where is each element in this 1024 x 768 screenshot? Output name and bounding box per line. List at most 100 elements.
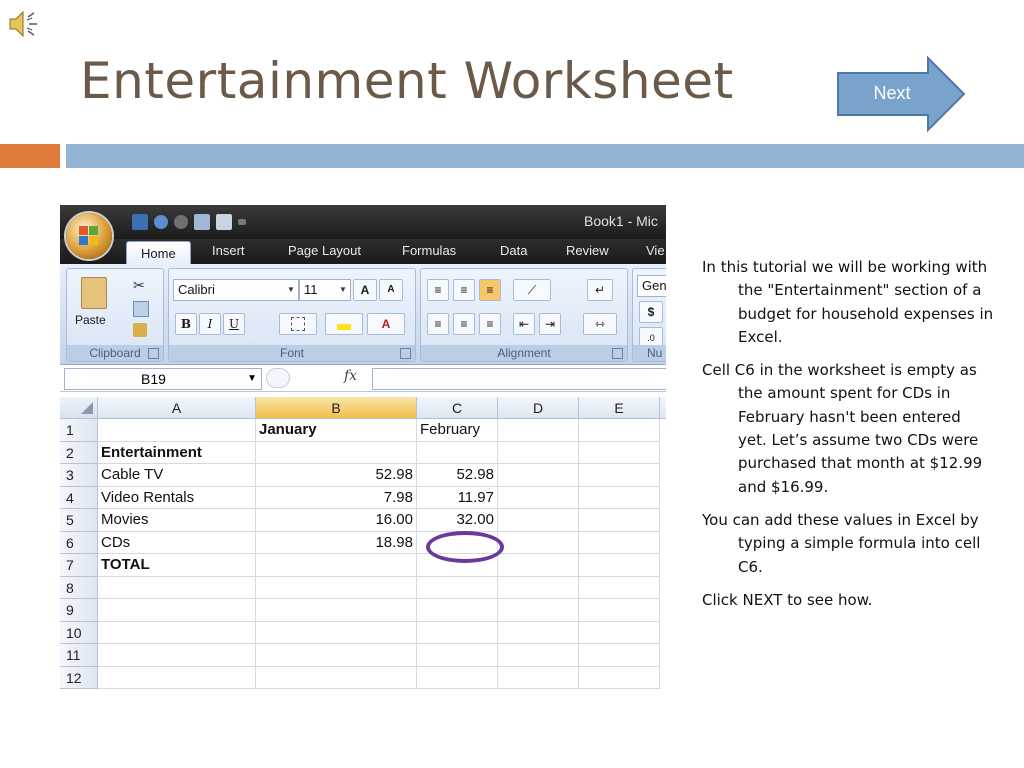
orientation-icon[interactable]: ⟋ bbox=[513, 279, 551, 301]
cell-a2[interactable]: Entertainment bbox=[98, 441, 256, 464]
cell-a7[interactable]: TOTAL bbox=[98, 554, 256, 577]
cell-e7[interactable] bbox=[579, 554, 660, 577]
copy-icon[interactable] bbox=[133, 301, 149, 317]
row-header[interactable]: 4 bbox=[60, 486, 98, 509]
increase-indent-icon[interactable]: ⇥ bbox=[539, 313, 561, 335]
cell-a11[interactable] bbox=[98, 644, 256, 667]
font-launcher-icon[interactable] bbox=[400, 348, 411, 359]
borders-button[interactable] bbox=[279, 313, 317, 335]
print-preview-icon[interactable] bbox=[194, 214, 210, 230]
cell-c8[interactable] bbox=[417, 576, 498, 599]
merge-center-icon[interactable]: ⇿ bbox=[583, 313, 617, 335]
wrap-text-icon[interactable]: ↵ bbox=[587, 279, 613, 301]
fill-color-button[interactable] bbox=[325, 313, 363, 335]
cell-e10[interactable] bbox=[579, 621, 660, 644]
cell-b2[interactable] bbox=[256, 441, 417, 464]
column-header-c[interactable]: C bbox=[417, 397, 498, 419]
cell-e4[interactable] bbox=[579, 486, 660, 509]
quick-print-icon[interactable] bbox=[216, 214, 232, 230]
font-size-select[interactable]: 11 ▼ bbox=[299, 279, 351, 301]
cell-e1[interactable] bbox=[579, 419, 660, 442]
bold-button[interactable]: B bbox=[175, 313, 197, 335]
cell-a8[interactable] bbox=[98, 576, 256, 599]
cell-c5[interactable]: 32.00 bbox=[417, 509, 498, 532]
cell-d11[interactable] bbox=[498, 644, 579, 667]
currency-button[interactable]: $ bbox=[639, 301, 663, 323]
cell-d1[interactable] bbox=[498, 419, 579, 442]
tab-review[interactable]: Review bbox=[566, 243, 609, 258]
tab-home[interactable]: Home bbox=[126, 241, 191, 265]
cell-b7[interactable] bbox=[256, 554, 417, 577]
cell-e5[interactable] bbox=[579, 509, 660, 532]
cell-b1[interactable]: January bbox=[256, 419, 417, 442]
cell-a4[interactable]: Video Rentals bbox=[98, 486, 256, 509]
row-header[interactable]: 3 bbox=[60, 464, 98, 487]
row-header[interactable]: 6 bbox=[60, 531, 98, 554]
row-header[interactable]: 12 bbox=[60, 666, 98, 689]
cell-d5[interactable] bbox=[498, 509, 579, 532]
cell-b3[interactable]: 52.98 bbox=[256, 464, 417, 487]
clipboard-launcher-icon[interactable] bbox=[148, 348, 159, 359]
cell-e2[interactable] bbox=[579, 441, 660, 464]
row-header[interactable]: 2 bbox=[60, 441, 98, 464]
speaker-icon[interactable] bbox=[6, 6, 42, 42]
align-left-icon[interactable]: ≡ bbox=[427, 313, 449, 335]
tab-formulas[interactable]: Formulas bbox=[402, 243, 456, 258]
cell-c4[interactable]: 11.97 bbox=[417, 486, 498, 509]
select-all-button[interactable] bbox=[60, 397, 98, 419]
align-center-icon[interactable]: ≡ bbox=[453, 313, 475, 335]
shrink-font-button[interactable]: A bbox=[379, 279, 403, 301]
cell-d7[interactable] bbox=[498, 554, 579, 577]
name-box[interactable]: B19 ▼ bbox=[64, 368, 262, 390]
column-header-a[interactable]: A bbox=[98, 397, 256, 419]
cell-d3[interactable] bbox=[498, 464, 579, 487]
cell-b10[interactable] bbox=[256, 621, 417, 644]
cell-c3[interactable]: 52.98 bbox=[417, 464, 498, 487]
cell-b9[interactable] bbox=[256, 599, 417, 622]
save-icon[interactable] bbox=[132, 214, 148, 230]
office-button[interactable] bbox=[66, 213, 112, 259]
customize-toolbar-icon[interactable] bbox=[238, 219, 246, 225]
column-header-b[interactable]: B bbox=[256, 397, 417, 419]
underline-button[interactable]: U bbox=[223, 313, 245, 335]
next-button[interactable]: Next bbox=[836, 56, 966, 132]
insert-function-button[interactable]: fx bbox=[344, 368, 357, 384]
cell-d9[interactable] bbox=[498, 599, 579, 622]
cell-c9[interactable] bbox=[417, 599, 498, 622]
row-header[interactable]: 10 bbox=[60, 621, 98, 644]
cell-c1[interactable]: February bbox=[417, 419, 498, 442]
format-painter-icon[interactable] bbox=[133, 323, 147, 337]
cell-e6[interactable] bbox=[579, 531, 660, 554]
cell-b6[interactable]: 18.98 bbox=[256, 531, 417, 554]
cell-c11[interactable] bbox=[417, 644, 498, 667]
align-bottom-icon[interactable]: ≡ bbox=[479, 279, 501, 301]
cut-icon[interactable]: ✂ bbox=[133, 277, 145, 294]
cell-e8[interactable] bbox=[579, 576, 660, 599]
cell-e9[interactable] bbox=[579, 599, 660, 622]
cell-d8[interactable] bbox=[498, 576, 579, 599]
row-header[interactable]: 8 bbox=[60, 576, 98, 599]
undo-icon[interactable] bbox=[154, 215, 168, 229]
cell-b4[interactable]: 7.98 bbox=[256, 486, 417, 509]
cell-a12[interactable] bbox=[98, 666, 256, 689]
cell-c12[interactable] bbox=[417, 666, 498, 689]
cell-a9[interactable] bbox=[98, 599, 256, 622]
decrease-indent-icon[interactable]: ⇤ bbox=[513, 313, 535, 335]
tab-insert[interactable]: Insert bbox=[212, 243, 245, 258]
cell-a1[interactable] bbox=[98, 419, 256, 442]
cell-d10[interactable] bbox=[498, 621, 579, 644]
align-top-icon[interactable]: ≡ bbox=[427, 279, 449, 301]
alignment-launcher-icon[interactable] bbox=[612, 348, 623, 359]
column-header-clipped[interactable] bbox=[660, 397, 666, 419]
grow-font-button[interactable]: A bbox=[353, 279, 377, 301]
row-header[interactable]: 9 bbox=[60, 599, 98, 622]
expand-formula-icon[interactable] bbox=[266, 368, 290, 388]
paste-button[interactable]: Paste bbox=[75, 313, 106, 327]
tab-data[interactable]: Data bbox=[500, 243, 527, 258]
font-name-select[interactable]: Calibri ▼ bbox=[173, 279, 299, 301]
cell-a10[interactable] bbox=[98, 621, 256, 644]
cell-c10[interactable] bbox=[417, 621, 498, 644]
cell-d2[interactable] bbox=[498, 441, 579, 464]
row-header[interactable]: 7 bbox=[60, 554, 98, 577]
cell-b8[interactable] bbox=[256, 576, 417, 599]
